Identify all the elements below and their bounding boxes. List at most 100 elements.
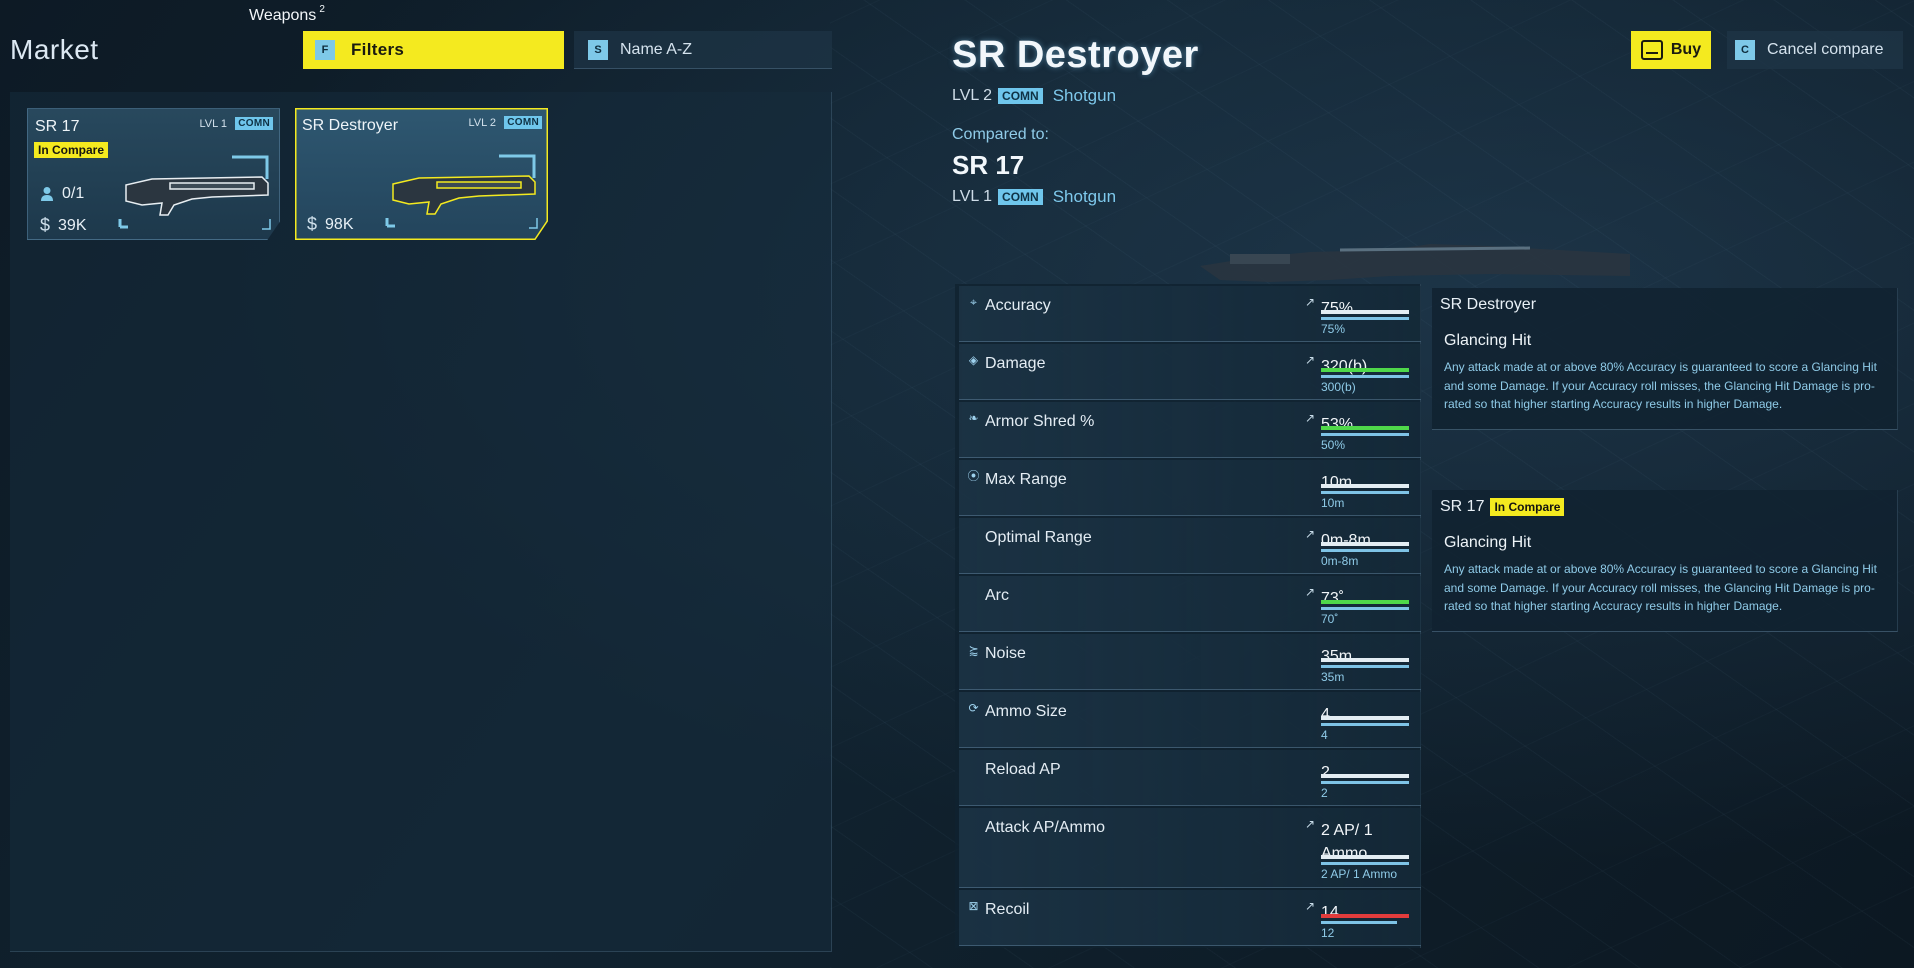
stat-label: Accuracy bbox=[985, 297, 1051, 314]
perk-panel-compare: SR 17 In Compare Glancing Hit Any attack… bbox=[1432, 490, 1898, 632]
stat-compare-value: 75% bbox=[1321, 322, 1346, 336]
stat-row-max-range: ⦿ Max Range 10m 10m bbox=[959, 460, 1421, 516]
trend-arrow-icon: ↗ bbox=[1305, 353, 1316, 367]
shotgun-thumbnail bbox=[118, 155, 271, 230]
item-name: SR Destroyer bbox=[302, 117, 399, 134]
stat-compare-value: 70˚ bbox=[1321, 612, 1339, 626]
weapon-title: SR Destroyer bbox=[952, 34, 1199, 76]
key-hint-f: F bbox=[315, 40, 335, 60]
stat-bar-current bbox=[1321, 542, 1409, 546]
stat-bar-current bbox=[1321, 855, 1409, 859]
damage-icon: ◈ bbox=[968, 353, 979, 367]
stat-label: Arc bbox=[985, 587, 1009, 604]
stat-label: Reload AP bbox=[985, 761, 1061, 778]
stat-label: Noise bbox=[985, 645, 1026, 662]
owned-value: 0/1 bbox=[62, 185, 85, 202]
stat-bar-current bbox=[1321, 774, 1409, 778]
stat-compare-value: 300(b) bbox=[1321, 380, 1356, 394]
weapon-level: LVL 2 bbox=[952, 87, 993, 104]
cancel-compare-label: Cancel compare bbox=[1767, 41, 1884, 58]
key-hint-c: C bbox=[1735, 40, 1755, 60]
stat-bar-current bbox=[1321, 716, 1409, 720]
trend-arrow-icon: ↗ bbox=[1305, 295, 1316, 309]
stat-label: Optimal Range bbox=[985, 529, 1092, 546]
price-value: 98K bbox=[325, 215, 354, 233]
stat-label: Max Range bbox=[985, 471, 1067, 488]
stat-bar-compare bbox=[1321, 781, 1409, 784]
compared-to-label: Compared to: bbox=[952, 126, 1049, 143]
item-card-sr17[interactable]: SR 17 LVL 1 COMN In Compare 0/1 $ 39K bbox=[27, 108, 280, 240]
trend-arrow-icon: ↗ bbox=[1305, 411, 1316, 425]
item-name: SR 17 bbox=[35, 118, 80, 135]
item-level: LVL 1 bbox=[199, 118, 227, 130]
stat-compare-value: 12 bbox=[1321, 926, 1335, 940]
stat-bar-compare bbox=[1321, 723, 1409, 726]
trend-arrow-icon: ↗ bbox=[1305, 585, 1316, 599]
item-price: $ 98K bbox=[307, 214, 353, 235]
perk-panel-current: SR Destroyer Glancing Hit Any attack mad… bbox=[1432, 288, 1898, 430]
credits-icon: $ bbox=[40, 215, 51, 235]
buy-button[interactable]: Buy bbox=[1631, 31, 1711, 69]
stat-row-damage: ◈ Damage ↗ 320(b) 300(b) bbox=[959, 344, 1421, 400]
person-icon bbox=[41, 187, 53, 201]
perk-weapon-name: SR 17 bbox=[1440, 498, 1485, 515]
stat-compare-value: 0m-8m bbox=[1321, 554, 1359, 568]
stat-bar-compare bbox=[1321, 317, 1409, 320]
in-compare-badge: In Compare bbox=[34, 142, 109, 158]
perk-weapon-header: SR Destroyer bbox=[1440, 296, 1536, 314]
perk-description: Any attack made at or above 80% Accuracy… bbox=[1444, 562, 1877, 613]
tier-badge: COMN bbox=[998, 88, 1043, 104]
filters-button[interactable]: F Filters bbox=[303, 31, 564, 69]
buy-label: Buy bbox=[1670, 41, 1702, 58]
armor-shred-icon: ❧ bbox=[968, 411, 979, 425]
perk-title: Glancing Hit bbox=[1444, 332, 1532, 349]
stat-bar-compare bbox=[1321, 607, 1409, 610]
compare-category: Shotgun bbox=[1052, 187, 1117, 206]
stat-bar-current bbox=[1321, 368, 1409, 372]
stat-row-ammo-size: ⟳ Ammo Size 4 4 bbox=[959, 692, 1421, 748]
credits-icon: $ bbox=[307, 214, 318, 234]
tier-badge: COMN bbox=[998, 189, 1043, 205]
stat-label: Attack AP/Ammo bbox=[985, 819, 1106, 836]
stat-bar-compare bbox=[1321, 862, 1409, 865]
shotgun-thumbnail bbox=[385, 154, 538, 229]
stat-compare-value: 50% bbox=[1321, 438, 1346, 452]
stat-label: Damage bbox=[985, 355, 1046, 372]
cancel-compare-button[interactable]: C Cancel compare bbox=[1727, 31, 1903, 69]
compare-weapon-name: SR 17 bbox=[952, 150, 1025, 180]
trend-arrow-icon: ↗ bbox=[1305, 817, 1316, 831]
item-card-sr-destroyer[interactable]: SR Destroyer LVL 2 COMN $ 98K bbox=[295, 108, 548, 240]
page-title: Market bbox=[10, 34, 99, 65]
stat-bar-compare bbox=[1321, 491, 1409, 494]
compare-weapon-meta: LVL 1 COMN Shotgun bbox=[952, 187, 1116, 207]
key-hint-s: S bbox=[588, 39, 608, 60]
stat-row-accuracy: ⌖ Accuracy ↗ 75% 75% bbox=[959, 286, 1421, 342]
recoil-icon: ⊠ bbox=[968, 899, 979, 913]
perk-title: Glancing Hit bbox=[1444, 534, 1532, 551]
crosshair-icon: ⌖ bbox=[970, 295, 977, 309]
weapon-category: Shotgun bbox=[1052, 86, 1117, 105]
sort-button[interactable]: S Name A-Z bbox=[574, 31, 832, 69]
trend-arrow-icon: ↗ bbox=[1305, 899, 1316, 913]
noise-icon: ⪸ bbox=[968, 643, 979, 657]
sort-label: Name A-Z bbox=[620, 40, 693, 58]
owned-count: 0/1 bbox=[40, 185, 84, 203]
stat-compare-value: 10m bbox=[1321, 496, 1345, 510]
stat-bar-compare bbox=[1321, 921, 1397, 924]
filters-label: Filters bbox=[351, 40, 405, 59]
trend-arrow-icon: ↗ bbox=[1305, 527, 1316, 541]
stat-bar-current bbox=[1321, 600, 1409, 604]
stat-bar-current bbox=[1321, 426, 1409, 430]
stat-compare-value: 2 bbox=[1321, 786, 1328, 800]
perk-description: Any attack made at or above 80% Accuracy… bbox=[1444, 360, 1877, 411]
stat-label: Ammo Size bbox=[985, 703, 1067, 720]
stat-bar-compare bbox=[1321, 665, 1409, 668]
stat-label: Recoil bbox=[985, 901, 1030, 918]
stat-row-noise: ⪸ Noise 35m 35m bbox=[959, 634, 1421, 690]
stat-row-arc: Arc ↗ 73˚ 70˚ bbox=[959, 576, 1421, 632]
reload-icon: ⟳ bbox=[968, 701, 979, 715]
range-icon: ⦿ bbox=[967, 469, 980, 483]
category-count: 2 bbox=[319, 4, 325, 15]
stat-bar-compare bbox=[1321, 549, 1409, 552]
stat-bar-current bbox=[1321, 310, 1409, 314]
